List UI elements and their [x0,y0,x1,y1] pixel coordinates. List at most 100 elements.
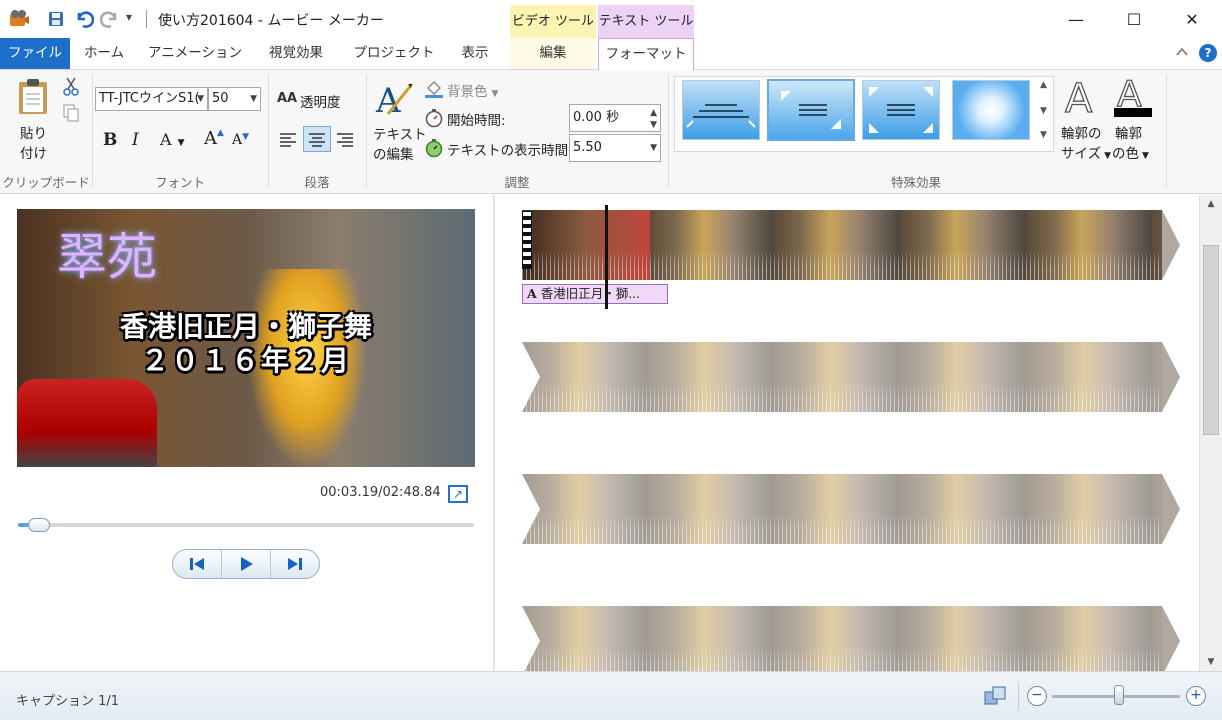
caption-clip[interactable]: A 香港旧正月・獅... [522,284,668,304]
maximize-button[interactable]: ☐ [1105,0,1163,38]
caption-clip-label: 香港旧正月・獅... [540,286,641,301]
context-tab-video-tools: ビデオ ツール [510,5,596,38]
chevron-down-icon: ▼ [650,143,657,153]
outline-size-button[interactable]: サイズ ▼ [1061,142,1111,162]
next-frame-icon [288,558,302,570]
grow-font-button[interactable]: A▲ [204,128,224,149]
outline-color-icon[interactable]: A [1112,73,1154,118]
gallery-scroll-down[interactable]: ▼ [1040,106,1047,116]
close-button[interactable]: ✕ [1163,0,1221,38]
playhead[interactable] [605,205,608,309]
effect-thumbnail-2[interactable] [767,79,855,141]
zoom-in-button[interactable]: + [1186,686,1206,706]
duration-combo[interactable]: 5.50 ▼ [569,134,661,162]
clip-continue-marker [1162,342,1180,412]
zoom-out-button[interactable]: − [1027,686,1047,706]
next-frame-button[interactable] [271,550,319,578]
tab-edit[interactable]: 編集 [510,38,596,69]
audio-waveform [522,514,1162,544]
outline-color-label-1[interactable]: 輪郭 [1115,122,1142,142]
align-right-button[interactable] [334,128,356,150]
effect-thumbnail-1[interactable] [682,80,760,140]
italic-button[interactable]: I [132,130,139,150]
transparency-button[interactable]: 透明度 [300,91,341,111]
tab-home[interactable]: ホーム [72,38,136,69]
clip-strip[interactable] [522,474,1180,544]
fullscreen-icon[interactable]: ↗ [448,485,468,503]
background-color-button[interactable]: 背景色 ▼ [447,80,498,100]
playback-controls [172,549,320,579]
font-family-combo[interactable]: TT-JTCウインS1( ▼ [95,87,208,111]
caption-text-line-2: ２０１６年２月 [140,344,351,377]
gallery-expand[interactable]: ▼ [1040,130,1047,140]
start-time-value: 0.00 秒 [573,110,620,125]
previous-frame-button[interactable] [173,550,222,578]
clip-strip[interactable] [522,342,1180,412]
bold-button[interactable]: B [103,130,117,150]
tab-animation[interactable]: アニメーション [140,38,250,69]
tab-project[interactable]: プロジェクト [348,38,440,69]
window-title: 使い方201604 - ムービー メーカー [158,13,384,29]
outline-size-icon[interactable]: A [1062,75,1102,122]
zoom-slider-thumb[interactable] [1114,685,1124,705]
seek-track[interactable] [18,523,474,527]
gallery-scroll-up[interactable]: ▲ [1040,80,1047,90]
align-center-button[interactable] [303,126,331,152]
storyboard-scrollbar[interactable]: ▲ ▼ [1199,195,1222,671]
title-separator [146,10,147,28]
chevron-down-icon: ▼ [491,89,499,99]
collapse-ribbon-icon[interactable] [1174,44,1190,60]
font-color-label: A [160,130,172,149]
spinner-icon[interactable]: ▲ ▼ [650,107,657,131]
quick-access-dropdown[interactable]: ▾ [126,10,132,24]
tab-file[interactable]: ファイル [0,38,70,69]
group-label-effects: 特殊効果 [890,175,941,190]
scroll-thumb[interactable] [1203,245,1219,435]
film-sprocket-icon [522,211,532,269]
shrink-font-button[interactable]: A▼ [232,132,249,148]
clip-strip[interactable] [522,606,1180,671]
duration-stopwatch-icon [424,138,444,158]
chevron-down-icon: ▼ [177,138,185,148]
help-icon[interactable]: ? [1199,44,1217,62]
outline-color-button[interactable]: の色 ▼ [1112,142,1149,162]
redo-icon[interactable] [99,9,120,29]
save-icon[interactable] [48,11,64,27]
tab-format[interactable]: フォーマット [598,38,694,70]
font-size-combo[interactable]: 50 ▼ [208,87,261,111]
paste-button-label-1[interactable]: 貼り [20,122,47,142]
edit-text-label-1[interactable]: テキスト [373,123,427,143]
chevron-down-icon: ▼ [1142,151,1149,161]
tab-view[interactable]: 表示 [448,38,502,69]
undo-icon[interactable] [74,9,95,29]
text-clip-icon: A [527,286,537,301]
stopwatch-icon [424,108,444,128]
font-color-button[interactable]: A ▼ [160,130,184,149]
taxi-figure [17,379,157,467]
effect-thumbnail-3[interactable] [862,80,940,140]
scroll-down-button[interactable]: ▼ [1200,653,1222,671]
app-icon[interactable] [8,8,30,30]
seek-thumb[interactable] [28,518,50,532]
minimize-button[interactable]: — [1047,0,1105,38]
neon-sign: 翠苑 [57,228,157,286]
outline-size-label-1[interactable]: 輪郭の [1061,122,1102,142]
tab-visual-effects[interactable]: 視覚効果 [254,38,338,69]
cut-icon[interactable] [63,76,79,96]
video-preview[interactable]: 翠苑 香港旧正月・獅子舞 ２０１６年２月 [17,209,475,467]
duration-label: テキストの表示時間: [447,143,573,159]
copy-icon[interactable] [63,104,79,122]
edit-text-label-2[interactable]: の編集 [373,143,414,163]
paste-icon[interactable] [16,78,50,116]
start-time-input[interactable]: 0.00 秒 ▲ ▼ [569,104,661,132]
effect-thumbnail-4[interactable] [952,80,1030,140]
thumbnail-size-icon[interactable] [984,685,1008,707]
play-button[interactable] [222,550,271,578]
clip-continue-marker [1162,474,1180,544]
paste-button-label-2[interactable]: 付け [20,142,47,162]
edit-text-icon[interactable]: A [374,78,414,121]
scroll-up-button[interactable]: ▲ [1200,195,1222,213]
clip-strip[interactable] [522,210,1180,280]
align-left-button[interactable] [277,128,299,150]
chevron-down-icon: ▼ [250,94,257,104]
